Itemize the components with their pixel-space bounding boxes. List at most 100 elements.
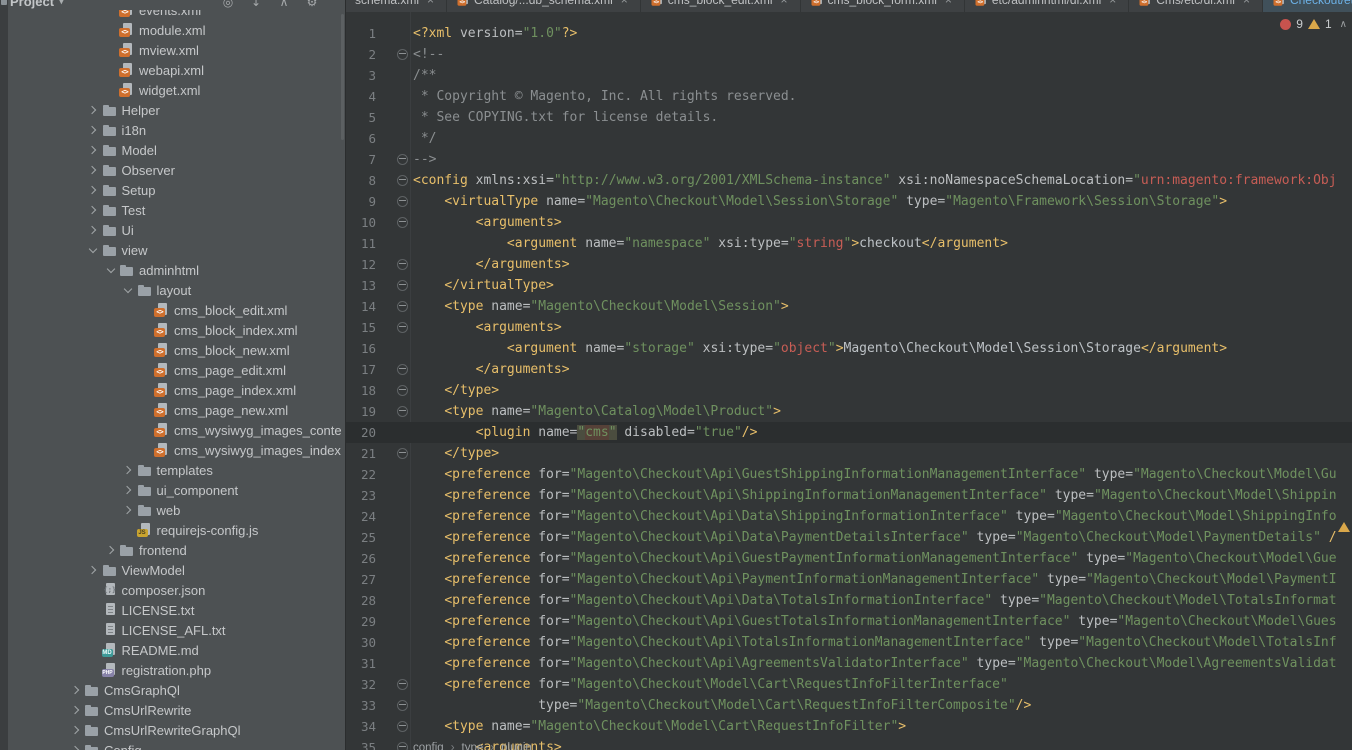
tree-item-setup[interactable]: Setup xyxy=(8,180,345,200)
code-line[interactable]: <preference for="Magento\Checkout\Api\Gu… xyxy=(413,611,1337,632)
tree-item-cms-wysiwyg-images-index[interactable]: cms_wysiwyg_images_index xyxy=(8,440,345,460)
tree-item-cms-wysiwyg-images-conte[interactable]: cms_wysiwyg_images_conte xyxy=(8,420,345,440)
fold-end-icon[interactable] xyxy=(397,700,408,711)
tree-item-widget-xml[interactable]: widget.xml xyxy=(8,80,345,100)
tree-item-helper[interactable]: Helper xyxy=(8,100,345,120)
chevron-right-icon[interactable] xyxy=(102,547,119,553)
tree-item-test[interactable]: Test xyxy=(8,200,345,220)
tree-item-cms-block-index-xml[interactable]: cms_block_index.xml xyxy=(8,320,345,340)
line-number[interactable]: 25 xyxy=(346,527,376,548)
fold-collapse-icon[interactable] xyxy=(397,196,408,207)
chevron-down-icon[interactable]: ▾ xyxy=(59,0,64,7)
line-number[interactable]: 26 xyxy=(346,548,376,569)
code-line[interactable]: <preference for="Magento\Checkout\Api\Da… xyxy=(413,506,1337,527)
code-line[interactable]: * Copyright © Magento, Inc. All rights r… xyxy=(413,86,797,107)
fold-collapse-icon[interactable] xyxy=(397,322,408,333)
chevron-right-icon[interactable] xyxy=(85,147,102,153)
line-number[interactable]: 28 xyxy=(346,590,376,611)
line-number[interactable]: 29 xyxy=(346,611,376,632)
chevron-right-icon[interactable] xyxy=(85,227,102,233)
fold-collapse-icon[interactable] xyxy=(397,175,408,186)
tab-catalog-db-schema-xml[interactable]: Catalog/...db_schema.xml× xyxy=(447,0,641,12)
fold-collapse-icon[interactable] xyxy=(397,406,408,417)
close-icon[interactable]: × xyxy=(1109,0,1116,7)
tree-item-frontend[interactable]: frontend xyxy=(8,540,345,560)
code-line[interactable]: <arguments> xyxy=(413,212,562,233)
fold-end-icon[interactable] xyxy=(397,259,408,270)
tree-item-view[interactable]: view xyxy=(8,240,345,260)
code-line[interactable]: <preference for="Magento\Checkout\Api\Sh… xyxy=(413,485,1337,506)
line-number[interactable]: 16 xyxy=(346,338,376,359)
line-number[interactable]: 21 xyxy=(346,443,376,464)
line-number[interactable]: 6 xyxy=(346,128,376,149)
code-line[interactable]: <argument name="namespace" xsi:type="str… xyxy=(413,233,1008,254)
chevron-right-icon[interactable] xyxy=(85,207,102,213)
fold-end-icon[interactable] xyxy=(397,280,408,291)
chevron-right-icon[interactable] xyxy=(85,107,102,113)
line-number[interactable]: 32 xyxy=(346,674,376,695)
line-number[interactable]: 34 xyxy=(346,716,376,737)
tree-item-config[interactable]: Config xyxy=(8,740,345,750)
tab-checkout-etc-di-xml[interactable]: Checkout/etc/di.xml× xyxy=(1263,0,1352,12)
chevron-right-icon[interactable] xyxy=(67,687,84,693)
code-line[interactable]: <plugin name="cms" disabled="true"/> xyxy=(413,422,757,443)
line-number[interactable]: 10 xyxy=(346,212,376,233)
breadcrumb-item-config[interactable]: config xyxy=(413,742,444,750)
code-line[interactable]: <preference for="Magento\Checkout\Api\Ag… xyxy=(413,653,1337,674)
tree-item-registration-php[interactable]: registration.php xyxy=(8,660,345,680)
close-icon[interactable]: × xyxy=(945,0,952,7)
line-number[interactable]: 18 xyxy=(346,380,376,401)
tree-item-cms-page-new-xml[interactable]: cms_page_new.xml xyxy=(8,400,345,420)
tree-item-i18n[interactable]: i18n xyxy=(8,120,345,140)
line-number[interactable]: 15 xyxy=(346,317,376,338)
code-line[interactable]: <preference for="Magento\Checkout\Api\Gu… xyxy=(413,464,1337,485)
code-line[interactable]: </virtualType> xyxy=(413,275,554,296)
tree-item-cms-block-edit-xml[interactable]: cms_block_edit.xml xyxy=(8,300,345,320)
line-number[interactable]: 7 xyxy=(346,149,376,170)
code-line[interactable]: <virtualType name="Magento\Checkout\Mode… xyxy=(413,191,1227,212)
chevron-right-icon[interactable] xyxy=(67,727,84,733)
code-line[interactable]: </type> xyxy=(413,443,499,464)
tree-item-license-txt[interactable]: LICENSE.txt xyxy=(8,600,345,620)
fold-end-icon[interactable] xyxy=(397,385,408,396)
collapse-icon[interactable]: ∧ xyxy=(277,0,291,9)
breadcrumb-item-plugin[interactable]: plugin xyxy=(501,742,532,750)
code-line[interactable]: <arguments> xyxy=(413,317,562,338)
chevron-right-icon[interactable] xyxy=(85,567,102,573)
tree-item-composer-json[interactable]: composer.json xyxy=(8,580,345,600)
line-number[interactable]: 11 xyxy=(346,233,376,254)
close-icon[interactable]: × xyxy=(427,0,434,7)
code-line[interactable]: <!-- xyxy=(413,44,444,65)
code-line[interactable]: <argument name="storage" xsi:type="objec… xyxy=(413,338,1227,359)
code-line[interactable]: <preference for="Magento\Checkout\Api\Gu… xyxy=(413,548,1337,569)
tree-item-observer[interactable]: Observer xyxy=(8,160,345,180)
chevron-right-icon[interactable] xyxy=(85,127,102,133)
fold-collapse-icon[interactable] xyxy=(397,721,408,732)
project-panel-title[interactable]: Project xyxy=(10,0,54,9)
tree-scrollbar[interactable] xyxy=(341,14,344,140)
code-line[interactable]: * See COPYING.txt for license details. xyxy=(413,107,718,128)
tree-item-license-afl-txt[interactable]: LICENSE_AFL.txt xyxy=(8,620,345,640)
code-line[interactable]: </arguments> xyxy=(413,359,570,380)
tree-item-viewmodel[interactable]: ViewModel xyxy=(8,560,345,580)
line-number[interactable]: 13 xyxy=(346,275,376,296)
line-number[interactable]: 24 xyxy=(346,506,376,527)
line-number[interactable]: 3 xyxy=(346,65,376,86)
code-line[interactable]: <type name="Magento\Checkout\Model\Sessi… xyxy=(413,296,789,317)
tree-item-ui-component[interactable]: ui_component xyxy=(8,480,345,500)
line-number[interactable]: 1 xyxy=(346,23,376,44)
chevron-down-icon[interactable] xyxy=(102,269,119,272)
code-line[interactable]: */ xyxy=(413,128,436,149)
tree-item-module-xml[interactable]: module.xml xyxy=(8,20,345,40)
tree-item-web[interactable]: web xyxy=(8,500,345,520)
fold-end-icon[interactable] xyxy=(397,448,408,459)
code-line[interactable]: <config xmlns:xsi="http://www.w3.org/200… xyxy=(413,170,1337,191)
tree-item-templates[interactable]: templates xyxy=(8,460,345,480)
tree-item-model[interactable]: Model xyxy=(8,140,345,160)
tree-item-ui[interactable]: Ui xyxy=(8,220,345,240)
tree-item-adminhtml[interactable]: adminhtml xyxy=(8,260,345,280)
tab-cms-block-form-xml[interactable]: cms_block_form.xml× xyxy=(801,0,965,12)
code-line[interactable]: <preference for="Magento\Checkout\Api\Pa… xyxy=(413,569,1337,590)
tab-cms-etc-di-xml[interactable]: Cms/etc/di.xml× xyxy=(1129,0,1263,12)
fold-end-icon[interactable] xyxy=(397,154,408,165)
